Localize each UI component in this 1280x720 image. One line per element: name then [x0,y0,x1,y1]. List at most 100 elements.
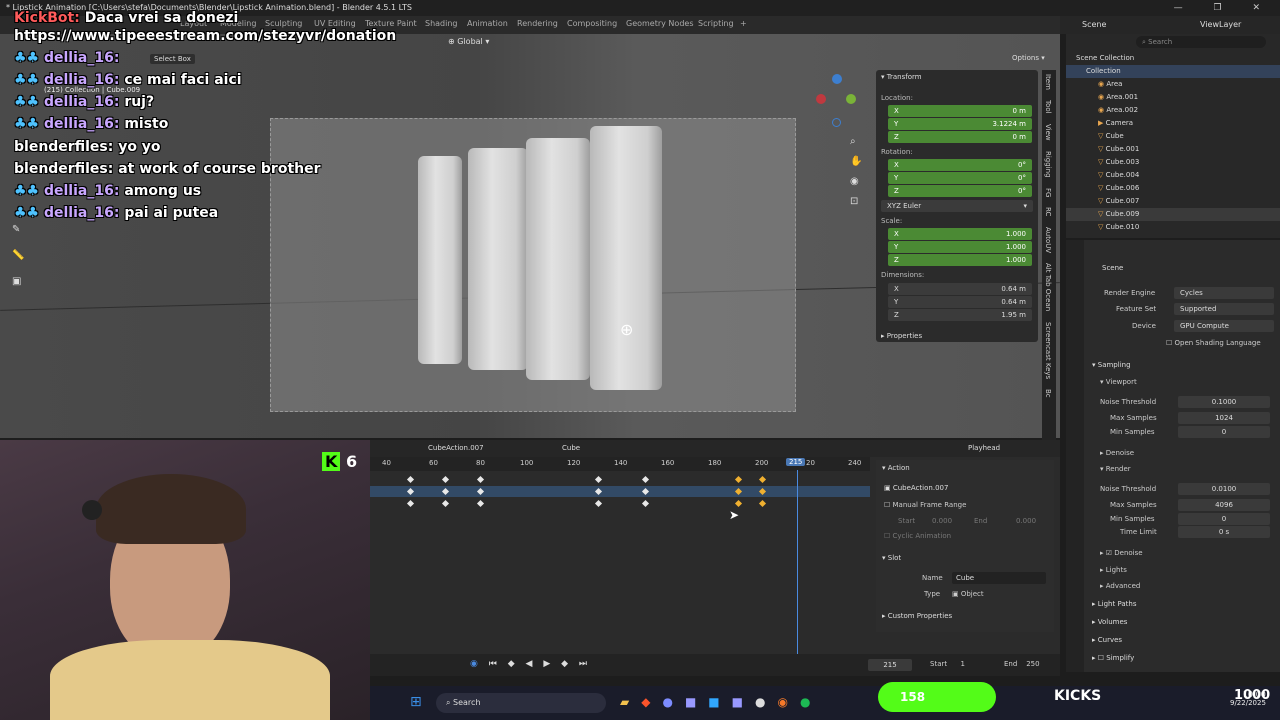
annotate-tool-icon[interactable]: ✎ [12,224,20,235]
discord-icon[interactable]: ● [662,695,684,709]
z-axis-icon[interactable] [832,74,842,84]
maximize-button[interactable]: ❐ [1214,3,1236,13]
euler-mode-dropdown[interactable]: XYZ Euler ▾ [881,200,1033,212]
location-y-field[interactable]: Y 3.1224 m [888,118,1032,130]
view-layer-dropdown[interactable]: ViewLayer [1200,20,1241,29]
simplify-section[interactable]: ▸ ☐ Simplify [1092,652,1134,664]
camera-view-icon[interactable]: ◉ [850,172,862,192]
vp-min-samples-field[interactable]: 0 [1178,426,1270,438]
outliner-item-cube-001[interactable]: ▽ Cube.001 [1066,143,1280,156]
osl-checkbox[interactable]: ☐ Open Shading Language [1166,337,1261,349]
minimize-button[interactable]: — [1174,3,1197,13]
vp-noise-threshold-field[interactable]: 0.1000 [1178,396,1270,408]
frame-ruler[interactable]: 40 60 80 100 120 140 160 180 200 20 240 … [370,457,870,471]
lipstick-object-4[interactable] [590,126,662,390]
render-engine-dropdown[interactable]: Cycles [1174,287,1274,299]
tab-rendering[interactable]: Rendering [517,19,558,28]
jump-start-icon[interactable]: ⏮ [489,659,501,669]
tab-alt-tab-ocean[interactable]: Alt Tab Ocean [1042,263,1054,311]
measure-tool-icon[interactable]: 📏 [12,250,24,261]
close-button[interactable]: ✕ [1252,3,1274,13]
tab-texture-paint[interactable]: Texture Paint [365,19,417,28]
viewport-nav-buttons[interactable]: ⌕ ✋ ◉ ⊡ [850,132,862,212]
next-keyframe-icon[interactable]: ◆ [561,659,572,669]
taskbar-search-input[interactable]: ⌕ Search [436,693,606,713]
playback-controls[interactable]: ◉ ⏮ ◆ ◀ ▶ ◆ ⏭ [470,659,591,669]
current-frame-indicator[interactable]: 215 [786,458,806,466]
location-x-field[interactable]: X 0 m [888,105,1032,117]
tab-item[interactable]: Item [1042,74,1054,90]
tab-uv-editing[interactable]: UV Editing [314,19,356,28]
advanced-section[interactable]: ▸ Advanced [1100,580,1140,592]
viewport-subsection[interactable]: ▾ Viewport [1100,376,1137,388]
play-reverse-icon[interactable]: ◀ [526,659,537,669]
playhead-line[interactable] [797,470,798,654]
slot-header[interactable]: ▾ Slot [882,552,901,564]
sampling-section[interactable]: ▾ Sampling [1092,359,1131,371]
playhead-snap-dropdown[interactable]: Playhead [968,444,1000,452]
r-noise-threshold-field[interactable]: 0.0100 [1178,483,1270,495]
slot-name-field[interactable]: Cube [952,572,1046,584]
vp-max-samples-field[interactable]: 1024 [1178,412,1270,424]
dimensions-z-field[interactable]: Z 1.95 m [888,309,1032,321]
play-icon[interactable]: ▶ [543,659,554,669]
file-explorer-icon[interactable]: ▰ [620,695,641,709]
outliner-item-area-001[interactable]: ◉ Area.001 [1066,91,1280,104]
lipstick-object-2[interactable] [468,148,528,370]
collection-row[interactable]: Collection [1066,65,1280,78]
outliner-item-camera[interactable]: ▶ Camera [1066,117,1280,130]
tab-rigging[interactable]: Rigging [1042,151,1054,178]
navigation-gizmo[interactable] [816,74,860,128]
slot-selector[interactable]: Cube [562,444,580,452]
render-subsection[interactable]: ▾ Render [1100,463,1131,475]
outliner-item-area-002[interactable]: ◉ Area.002 [1066,104,1280,117]
tab-geometry-nodes[interactable]: Geometry Nodes [626,19,693,28]
select-box-tool[interactable]: Select Box [150,54,195,64]
tab-screencast-keys[interactable]: Screencast Keys [1042,322,1054,379]
tab-fg[interactable]: FG [1042,188,1054,197]
rotation-x-field[interactable]: X 0° [888,159,1032,171]
prev-keyframe-icon[interactable]: ◆ [508,659,519,669]
window-controls[interactable]: — ❐ ✕ [1174,0,1274,16]
tab-animation[interactable]: Animation [467,19,508,28]
lights-section[interactable]: ▸ Lights [1100,564,1127,576]
curves-section[interactable]: ▸ Curves [1092,634,1122,646]
scale-x-field[interactable]: X 1.000 [888,228,1032,240]
outliner-item-cube-004[interactable]: ▽ Cube.004 [1066,169,1280,182]
lipstick-object-1[interactable] [418,156,462,364]
photoshop-icon[interactable]: ■ [708,695,731,709]
scene-collection-row[interactable]: Scene Collection [1066,52,1280,65]
vp-denoise-section[interactable]: ▸ Denoise [1100,447,1134,459]
tab-rc[interactable]: RC [1042,207,1054,216]
dimensions-y-field[interactable]: Y 0.64 m [888,296,1032,308]
custom-properties-section[interactable]: ▸ Custom Properties [882,610,952,622]
outliner-item-cube-007[interactable]: ▽ Cube.007 [1066,195,1280,208]
tab-bc[interactable]: Bc [1042,389,1054,398]
r-min-samples-field[interactable]: 0 [1178,513,1270,525]
feature-set-dropdown[interactable]: Supported [1174,303,1274,315]
time-limit-field[interactable]: 0 s [1178,526,1270,538]
y-axis-icon[interactable] [846,94,856,104]
orientation-dropdown[interactable]: ⊕ Global ▾ [448,37,489,46]
current-frame-field[interactable]: 215 [868,659,912,671]
neg-z-axis-icon[interactable] [832,118,841,127]
lock-icon[interactable]: ⊡ [850,192,862,212]
dimensions-x-field[interactable]: X 0.64 m [888,283,1032,295]
spotify-icon[interactable]: ● [800,695,822,709]
rotation-y-field[interactable]: Y 0° [888,172,1032,184]
tab-compositing[interactable]: Compositing [567,19,617,28]
start-frame-control[interactable]: Start 1 [930,660,965,668]
light-paths-section[interactable]: ▸ Light Paths [1092,598,1136,610]
after-effects-icon[interactable]: ■ [685,695,708,709]
cyclic-checkbox[interactable]: ☐ Cyclic Animation [884,530,951,542]
rotation-z-field[interactable]: Z 0° [888,185,1032,197]
tab-sculpting[interactable]: Sculpting [265,19,302,28]
outliner-item-cube-010[interactable]: ▽ Cube.010 [1066,221,1280,234]
tab-shading[interactable]: Shading [425,19,458,28]
transform-header[interactable]: ▾ Transform [881,73,922,81]
tab-autouv[interactable]: AutoUV [1042,227,1054,253]
scene-dropdown[interactable]: Scene [1082,20,1106,29]
r-denoise-section[interactable]: ▸ ☑ Denoise [1100,547,1143,559]
action-name-field[interactable]: ▣ CubeAction.007 [884,482,948,494]
options-dropdown[interactable]: Options ▾ [1012,54,1045,62]
